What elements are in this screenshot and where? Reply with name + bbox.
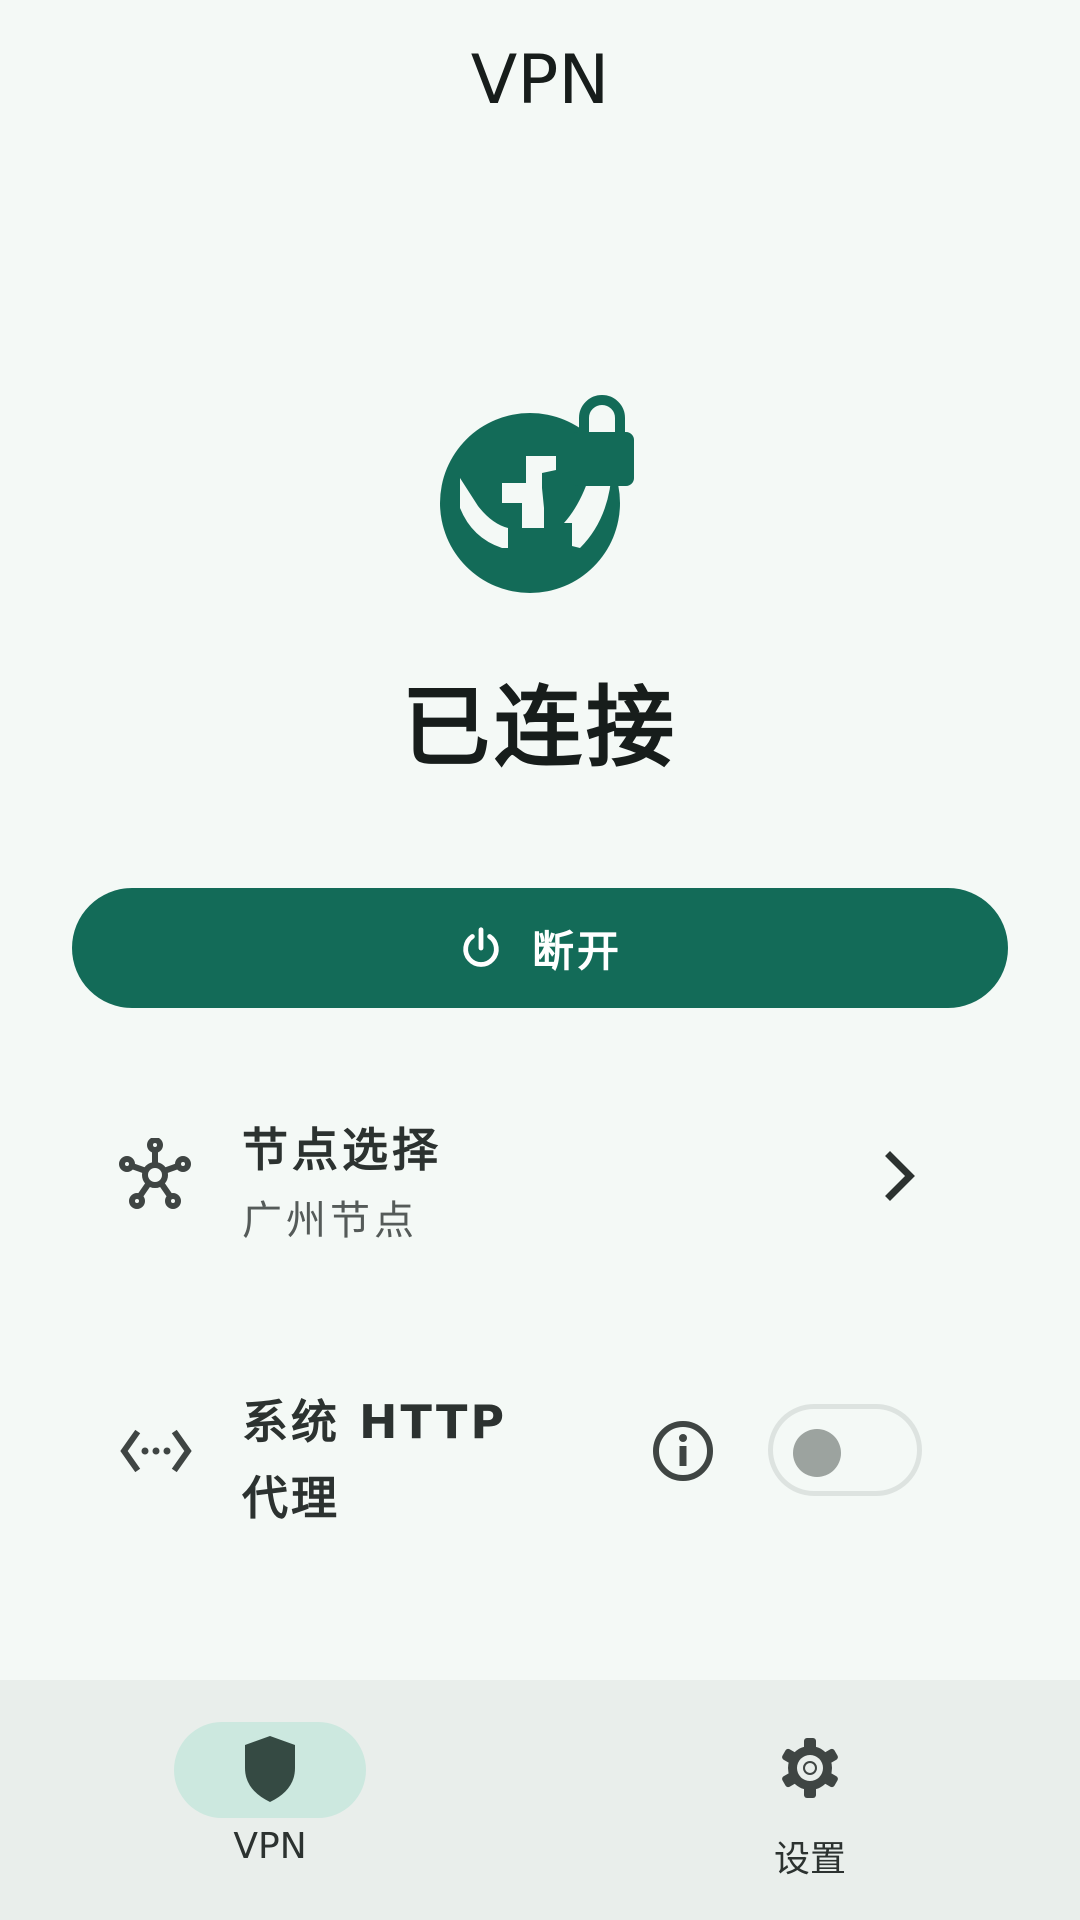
bottom-navigation-bar: VPN 设置	[0, 1680, 1080, 1920]
http-proxy-toggle[interactable]	[768, 1404, 922, 1496]
toggle-thumb	[793, 1429, 841, 1477]
vpn-globe-lock-icon	[440, 395, 634, 593]
chevron-right-icon	[885, 1151, 915, 1201]
shield-icon	[245, 1736, 295, 1802]
app-title: VPN	[470, 41, 610, 120]
power-icon	[463, 927, 499, 967]
nav-label-settings: 设置	[773, 1839, 846, 1880]
hub-network-icon	[119, 1138, 191, 1209]
node-select-value: 广州节点	[242, 1198, 418, 1244]
disconnect-button[interactable]: 断开	[72, 888, 1008, 1008]
proxy-arrows-icon	[120, 1429, 192, 1473]
info-icon[interactable]	[651, 1419, 715, 1483]
node-select-title: 节点选择	[242, 1123, 442, 1177]
nav-label-vpn: VPN	[233, 1826, 307, 1867]
http-proxy-label: 系统 HTTP 代理	[242, 1395, 508, 1525]
connection-status: 已连接	[401, 676, 678, 779]
gear-icon	[782, 1738, 838, 1798]
disconnect-label: 断开	[531, 926, 622, 976]
